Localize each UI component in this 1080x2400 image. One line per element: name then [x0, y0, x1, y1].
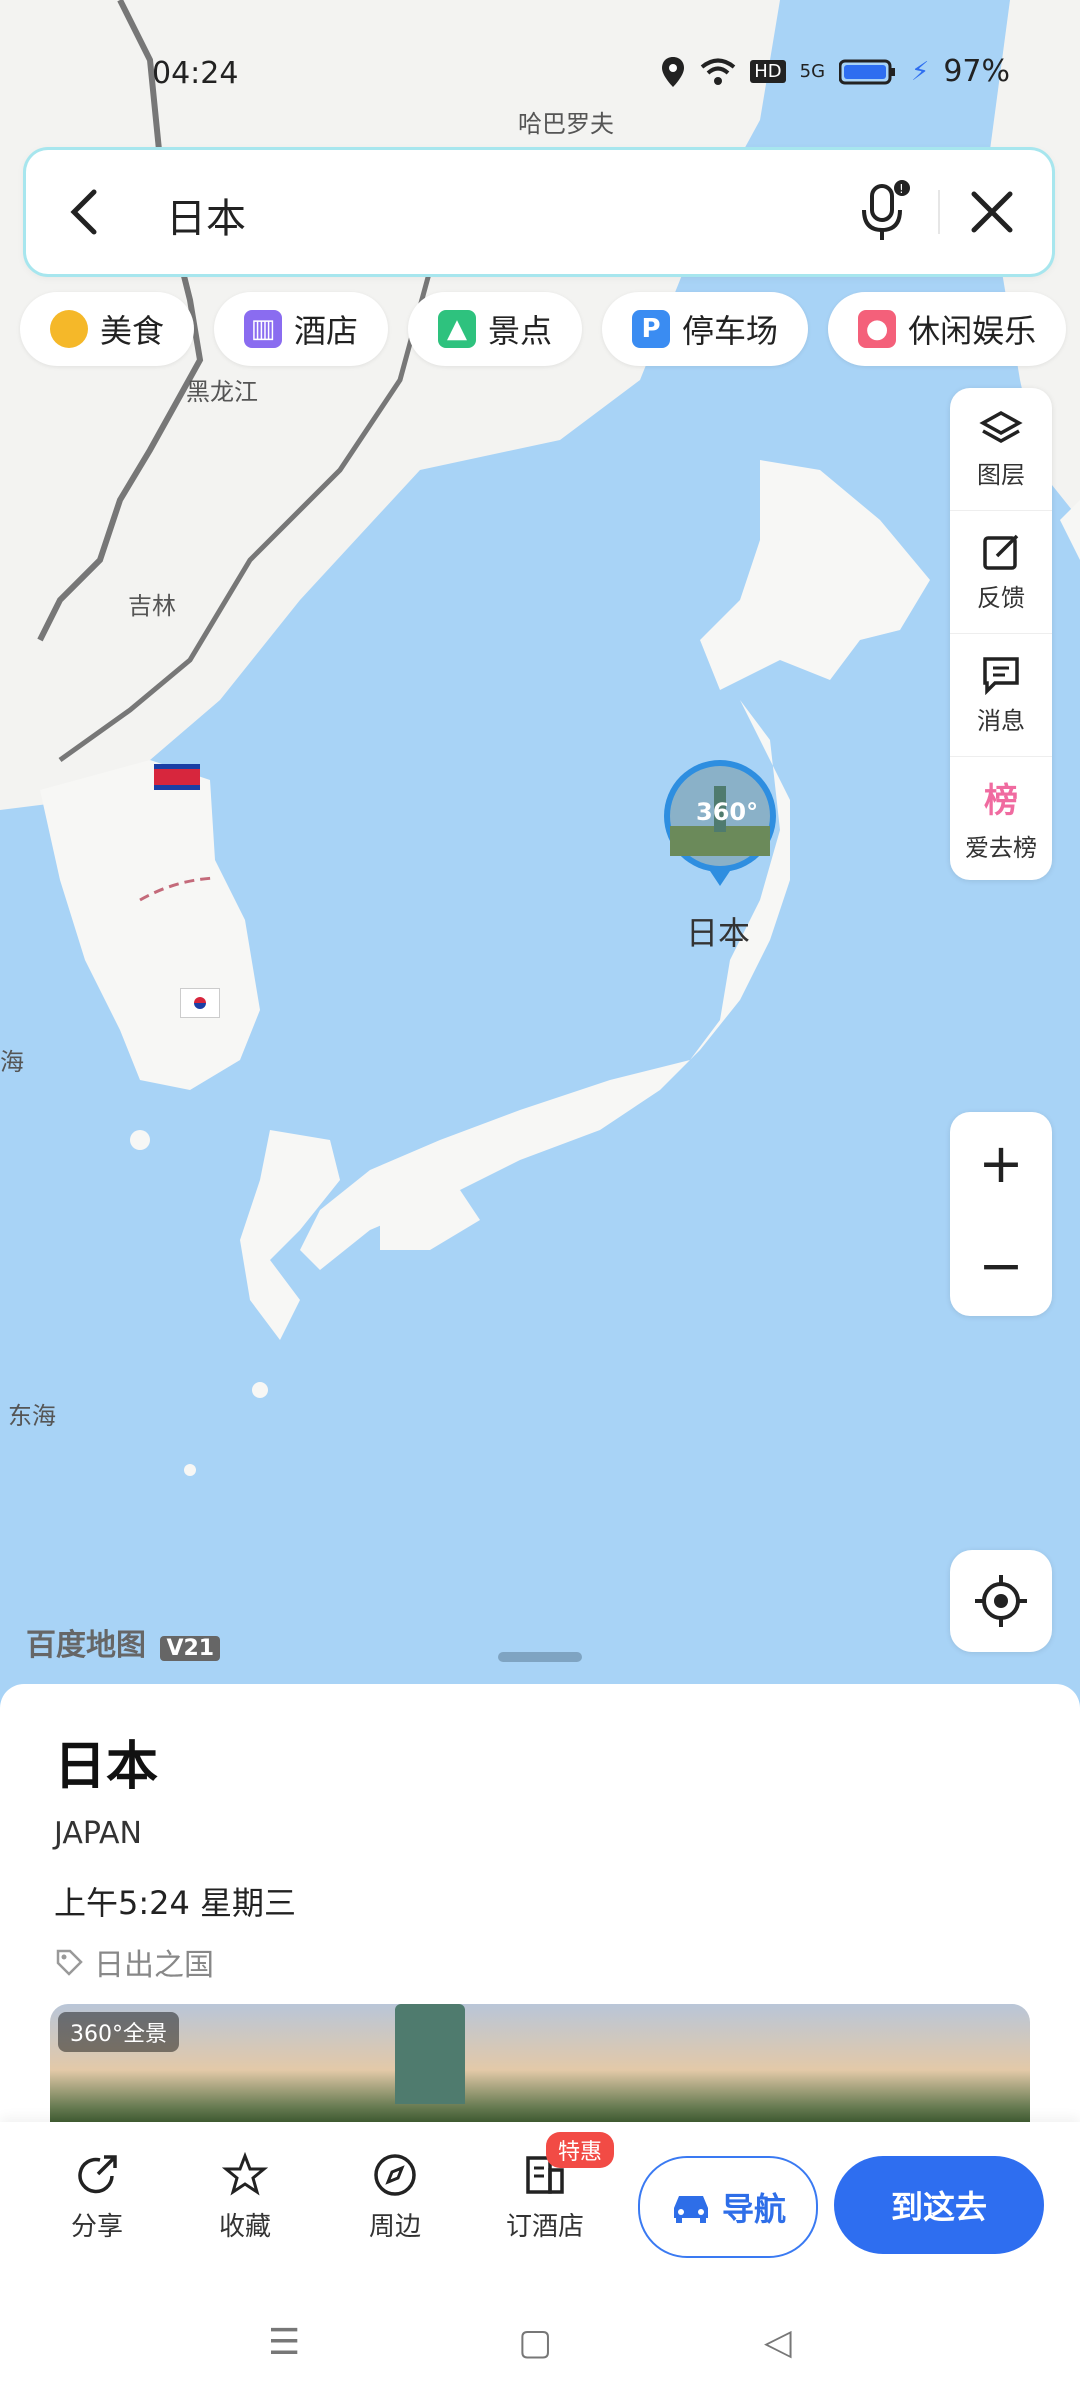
compass-icon	[374, 2154, 416, 2196]
search-bar[interactable]: 日本 !	[26, 150, 1052, 274]
brand-name: 百度地图	[26, 1628, 146, 1663]
locate-me-button[interactable]	[950, 1550, 1052, 1652]
food-icon	[50, 310, 88, 348]
tool-label: 爱去榜	[965, 834, 1037, 862]
svg-text:!: !	[899, 182, 904, 196]
panorama-badge: 360°全景	[58, 2012, 179, 2052]
tool-label: 消息	[977, 706, 1025, 735]
zoom-out-button[interactable]: −	[950, 1214, 1052, 1316]
tool-layers[interactable]: 图层	[950, 388, 1052, 511]
feedback-icon	[983, 534, 1019, 570]
brand-version: V21	[160, 1636, 221, 1661]
sheet-drag-handle[interactable]	[498, 1652, 582, 1662]
search-divider	[938, 190, 940, 234]
home-icon[interactable]: ▢	[518, 2322, 552, 2363]
battery-icon	[839, 59, 896, 84]
action-label: 周边	[368, 2212, 421, 2242]
close-icon[interactable]	[966, 186, 1018, 238]
wifi-icon	[700, 58, 736, 85]
statue-silhouette	[395, 2004, 465, 2104]
share-button[interactable]: 分享	[42, 2152, 152, 2243]
battery-percent: 97%	[943, 54, 1010, 89]
hd-badge: HD	[750, 60, 786, 83]
chip-entertainment[interactable]: ● 休闲娱乐	[828, 292, 1067, 366]
map-brand-logo: 百度地图 V21	[26, 1620, 221, 1664]
car-icon	[673, 2196, 708, 2223]
chip-parking[interactable]: P 停车场	[602, 292, 809, 366]
marker-360-badge: 360°	[696, 798, 759, 826]
north-korea-flag-icon	[154, 764, 200, 790]
charging-icon: ⚡	[911, 56, 930, 87]
system-navigation-bar: ☰ ▢ ◁	[0, 2292, 1080, 2400]
nearby-button[interactable]: 周边	[340, 2152, 450, 2243]
go-here-label: 到这去	[890, 2188, 987, 2226]
chip-hotel[interactable]: ▥ 酒店	[214, 292, 389, 366]
category-chips: 美食 ▥ 酒店 ▲ 景点 P 停车场 ● 休闲娱乐	[20, 292, 1067, 366]
layers-icon	[979, 410, 1023, 443]
map-label-heilongjiang: 黑龙江	[186, 378, 258, 406]
place-english-name: JAPAN	[54, 1816, 142, 1851]
place-tag-text: 日出之国	[94, 1948, 214, 1983]
hotel-icon: ▥	[244, 310, 283, 348]
chip-label: 景点	[488, 312, 553, 350]
tool-feedback[interactable]: 反馈	[950, 511, 1052, 634]
map-label-east-sea: 东海	[8, 1402, 56, 1430]
place-tag: 日出之国	[54, 1940, 214, 1984]
ranking-icon: 榜	[984, 781, 1018, 821]
status-time: 04:24	[152, 56, 239, 91]
chip-label: 停车场	[682, 312, 779, 350]
action-label: 订酒店	[505, 2212, 584, 2242]
plus-icon: +	[978, 1131, 1024, 1195]
tool-label: 反馈	[977, 583, 1025, 612]
tool-messages[interactable]: 消息	[950, 634, 1052, 757]
recent-apps-icon[interactable]: ☰	[268, 2322, 300, 2363]
message-icon	[983, 656, 1019, 695]
crosshair-icon	[975, 1575, 1027, 1627]
minus-icon: −	[978, 1233, 1024, 1297]
map-label-khabarovsk: 哈巴罗夫	[518, 110, 614, 138]
chip-label: 美食	[100, 312, 165, 350]
action-bar: 分享 收藏 周边 订酒店 特惠 导航 到这去	[0, 2122, 1080, 2292]
network-type: 5G	[799, 61, 826, 82]
place-title: 日本	[54, 1737, 159, 1797]
microphone-icon[interactable]: !	[856, 178, 912, 244]
go-here-button[interactable]: 到这去	[834, 2156, 1044, 2254]
tag-icon	[56, 1949, 83, 1976]
chip-label: 酒店	[294, 312, 359, 350]
action-label: 分享	[70, 2212, 123, 2242]
action-label: 收藏	[218, 2212, 271, 2242]
japan-360-marker[interactable]: 360°	[660, 756, 780, 896]
search-query[interactable]: 日本	[166, 186, 246, 244]
star-icon	[222, 2152, 268, 2196]
tool-label: 图层	[977, 460, 1025, 489]
map-label-jilin: 吉林	[128, 592, 176, 620]
favorite-button[interactable]: 收藏	[190, 2152, 300, 2243]
south-korea-flag-icon	[180, 988, 220, 1018]
share-icon	[78, 2155, 117, 2194]
place-local-time: 上午5:24 星期三	[54, 1884, 297, 1922]
marker-label: 日本	[686, 914, 751, 952]
status-bar: 04:24 HD 5G ⚡ 97%	[0, 40, 1080, 100]
chip-label: 休闲娱乐	[908, 312, 1037, 350]
entertainment-icon: ●	[858, 310, 897, 348]
panorama-photo[interactable]: 360°全景	[50, 2004, 1030, 2124]
chip-food[interactable]: 美食	[20, 292, 195, 366]
zoom-in-button[interactable]: +	[950, 1112, 1052, 1214]
map-tools-panel: 图层 反馈 消息 榜 爱去榜	[950, 388, 1052, 880]
location-icon	[662, 56, 685, 87]
scenic-icon: ▲	[438, 310, 477, 348]
zoom-control: + −	[950, 1112, 1052, 1316]
navigate-button[interactable]: 导航	[638, 2156, 818, 2258]
back-nav-icon[interactable]: ◁	[764, 2322, 792, 2363]
navigate-label: 导航	[721, 2190, 786, 2228]
back-icon[interactable]	[60, 184, 110, 240]
hotel-discount-badge: 特惠	[546, 2132, 615, 2168]
map-label-sea-edge: 海	[0, 1048, 24, 1076]
chip-scenic[interactable]: ▲ 景点	[408, 292, 583, 366]
tool-ranking[interactable]: 榜 爱去榜	[950, 757, 1052, 879]
parking-icon: P	[632, 310, 671, 348]
